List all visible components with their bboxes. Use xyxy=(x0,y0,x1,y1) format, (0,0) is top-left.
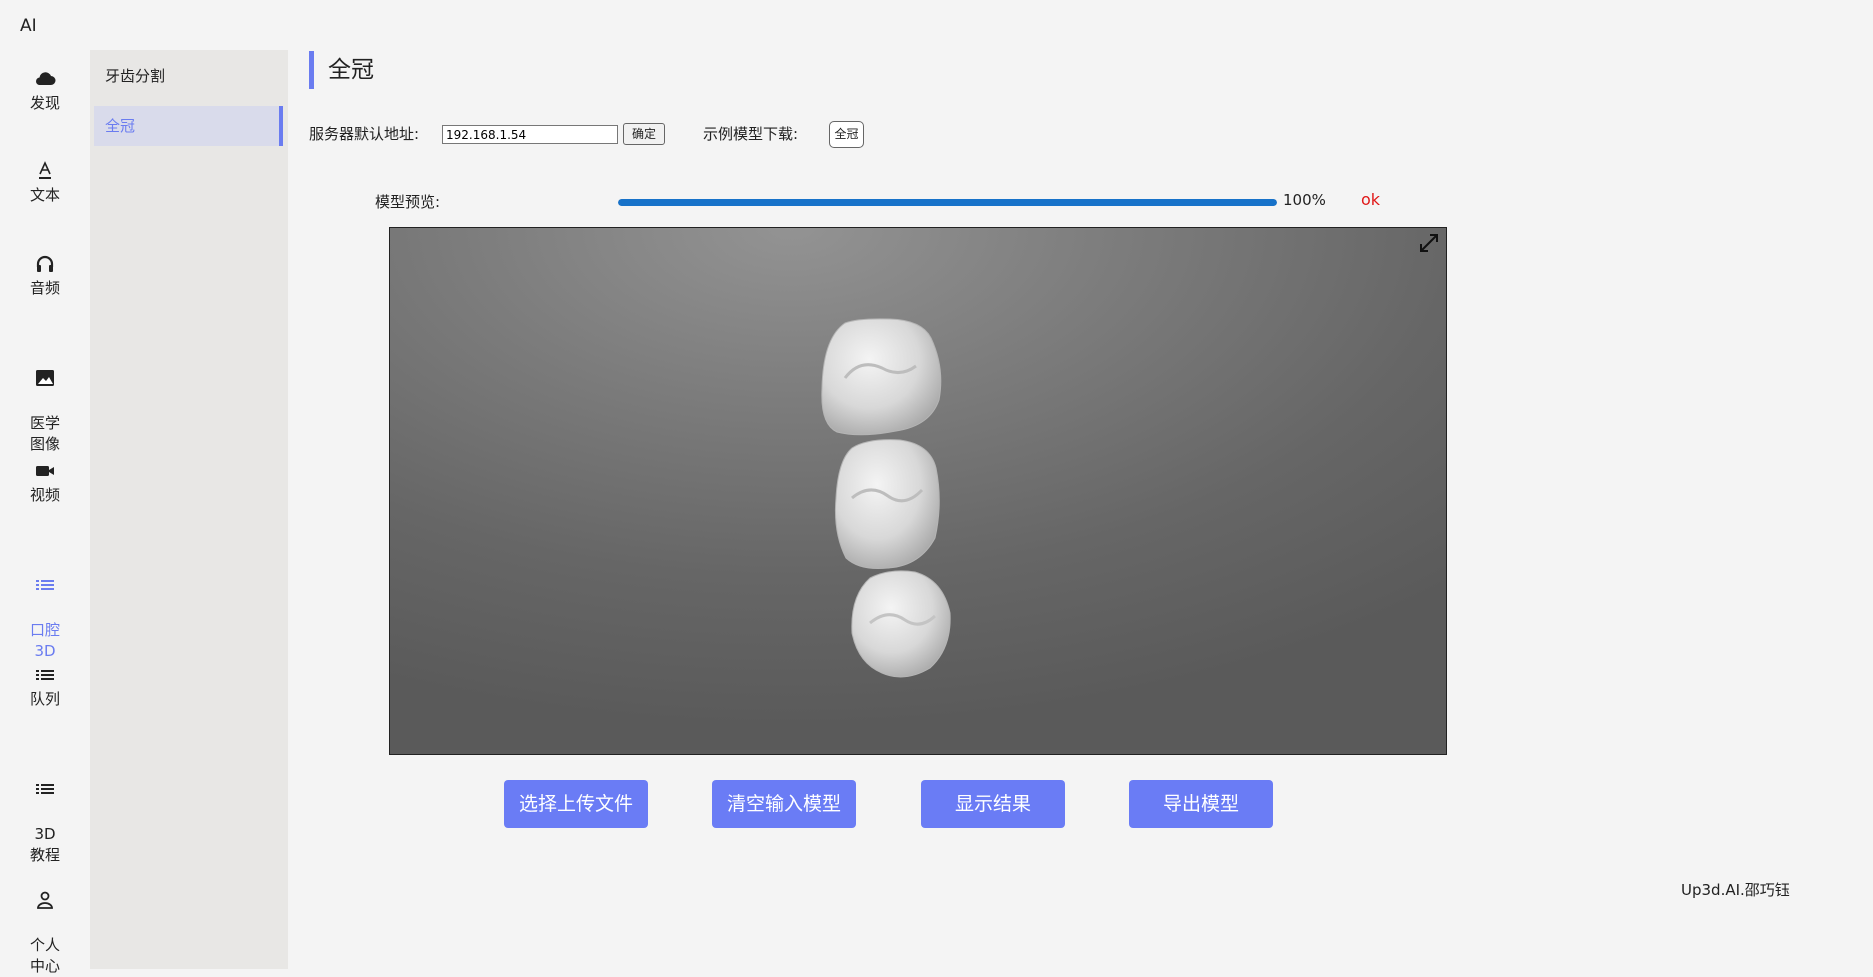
rail-item-label: 音频 xyxy=(29,279,60,297)
server-address-label: 服务器默认地址: xyxy=(309,125,420,143)
rail-item-discover[interactable]: 发现 xyxy=(0,68,90,114)
demo-download-button[interactable]: 全冠 xyxy=(829,121,864,148)
rail-item-medical-image[interactable]: 医学 图像 xyxy=(0,346,90,455)
headphones-icon xyxy=(36,255,54,272)
list-icon xyxy=(36,784,54,794)
progress-fill xyxy=(618,199,1277,206)
rail-item-3d-tutorial[interactable]: 3D 教程 xyxy=(0,757,90,866)
upload-file-button[interactable]: 选择上传文件 xyxy=(504,780,648,828)
export-model-button[interactable]: 导出模型 xyxy=(1129,780,1273,828)
list-icon xyxy=(36,670,54,680)
submenu-item-tooth-segmentation[interactable]: 牙齿分割 xyxy=(94,56,283,96)
server-address-input[interactable] xyxy=(442,125,618,144)
rail-item-label: 个人 中心 xyxy=(29,936,60,975)
image-icon xyxy=(36,370,54,386)
rail-item-audio[interactable]: 音频 xyxy=(0,253,90,299)
rail-item-label: 队列 xyxy=(29,690,60,708)
text-icon xyxy=(39,161,51,179)
rail-item-label: 文本 xyxy=(29,186,60,204)
tooth-model xyxy=(821,318,951,678)
confirm-button[interactable]: 确定 xyxy=(623,123,665,145)
user-icon xyxy=(37,891,53,909)
rail-item-video[interactable]: 视频 xyxy=(0,460,90,506)
clear-model-button[interactable]: 清空输入模型 xyxy=(712,780,856,828)
page-title: 全冠 xyxy=(309,51,374,89)
model-viewer[interactable] xyxy=(389,227,1447,755)
submenu-item-full-crown[interactable]: 全冠 xyxy=(94,106,283,146)
rail-item-label: 发现 xyxy=(29,94,60,112)
list-icon xyxy=(36,580,54,590)
footer-credit: Up3d.AI.邵巧钰 xyxy=(1681,881,1790,899)
rail-item-label: 医学 图像 xyxy=(29,414,60,453)
status-text: ok xyxy=(1361,190,1381,209)
video-camera-icon xyxy=(36,466,54,476)
rail-item-queue[interactable]: 队列 xyxy=(0,664,90,710)
app-title: AI xyxy=(20,16,37,36)
preview-label: 模型预览: xyxy=(375,193,441,211)
show-result-button[interactable]: 显示结果 xyxy=(921,780,1065,828)
demo-model-label: 示例模型下载: xyxy=(703,125,799,143)
progress-percent: 100% xyxy=(1283,191,1326,209)
rail-item-text[interactable]: 文本 xyxy=(0,160,90,206)
rail-item-label: 3D 教程 xyxy=(29,825,60,864)
rail-item-oral-3d[interactable]: 口腔 3D xyxy=(0,553,90,662)
rail-item-label: 视频 xyxy=(29,486,60,504)
rail-item-label: 口腔 3D xyxy=(29,621,60,660)
rail-item-profile[interactable]: 个人 中心 xyxy=(0,868,90,977)
submenu: 牙齿分割 全冠 xyxy=(90,50,288,969)
cloud-icon xyxy=(36,72,56,85)
progress-bar xyxy=(618,199,1277,206)
